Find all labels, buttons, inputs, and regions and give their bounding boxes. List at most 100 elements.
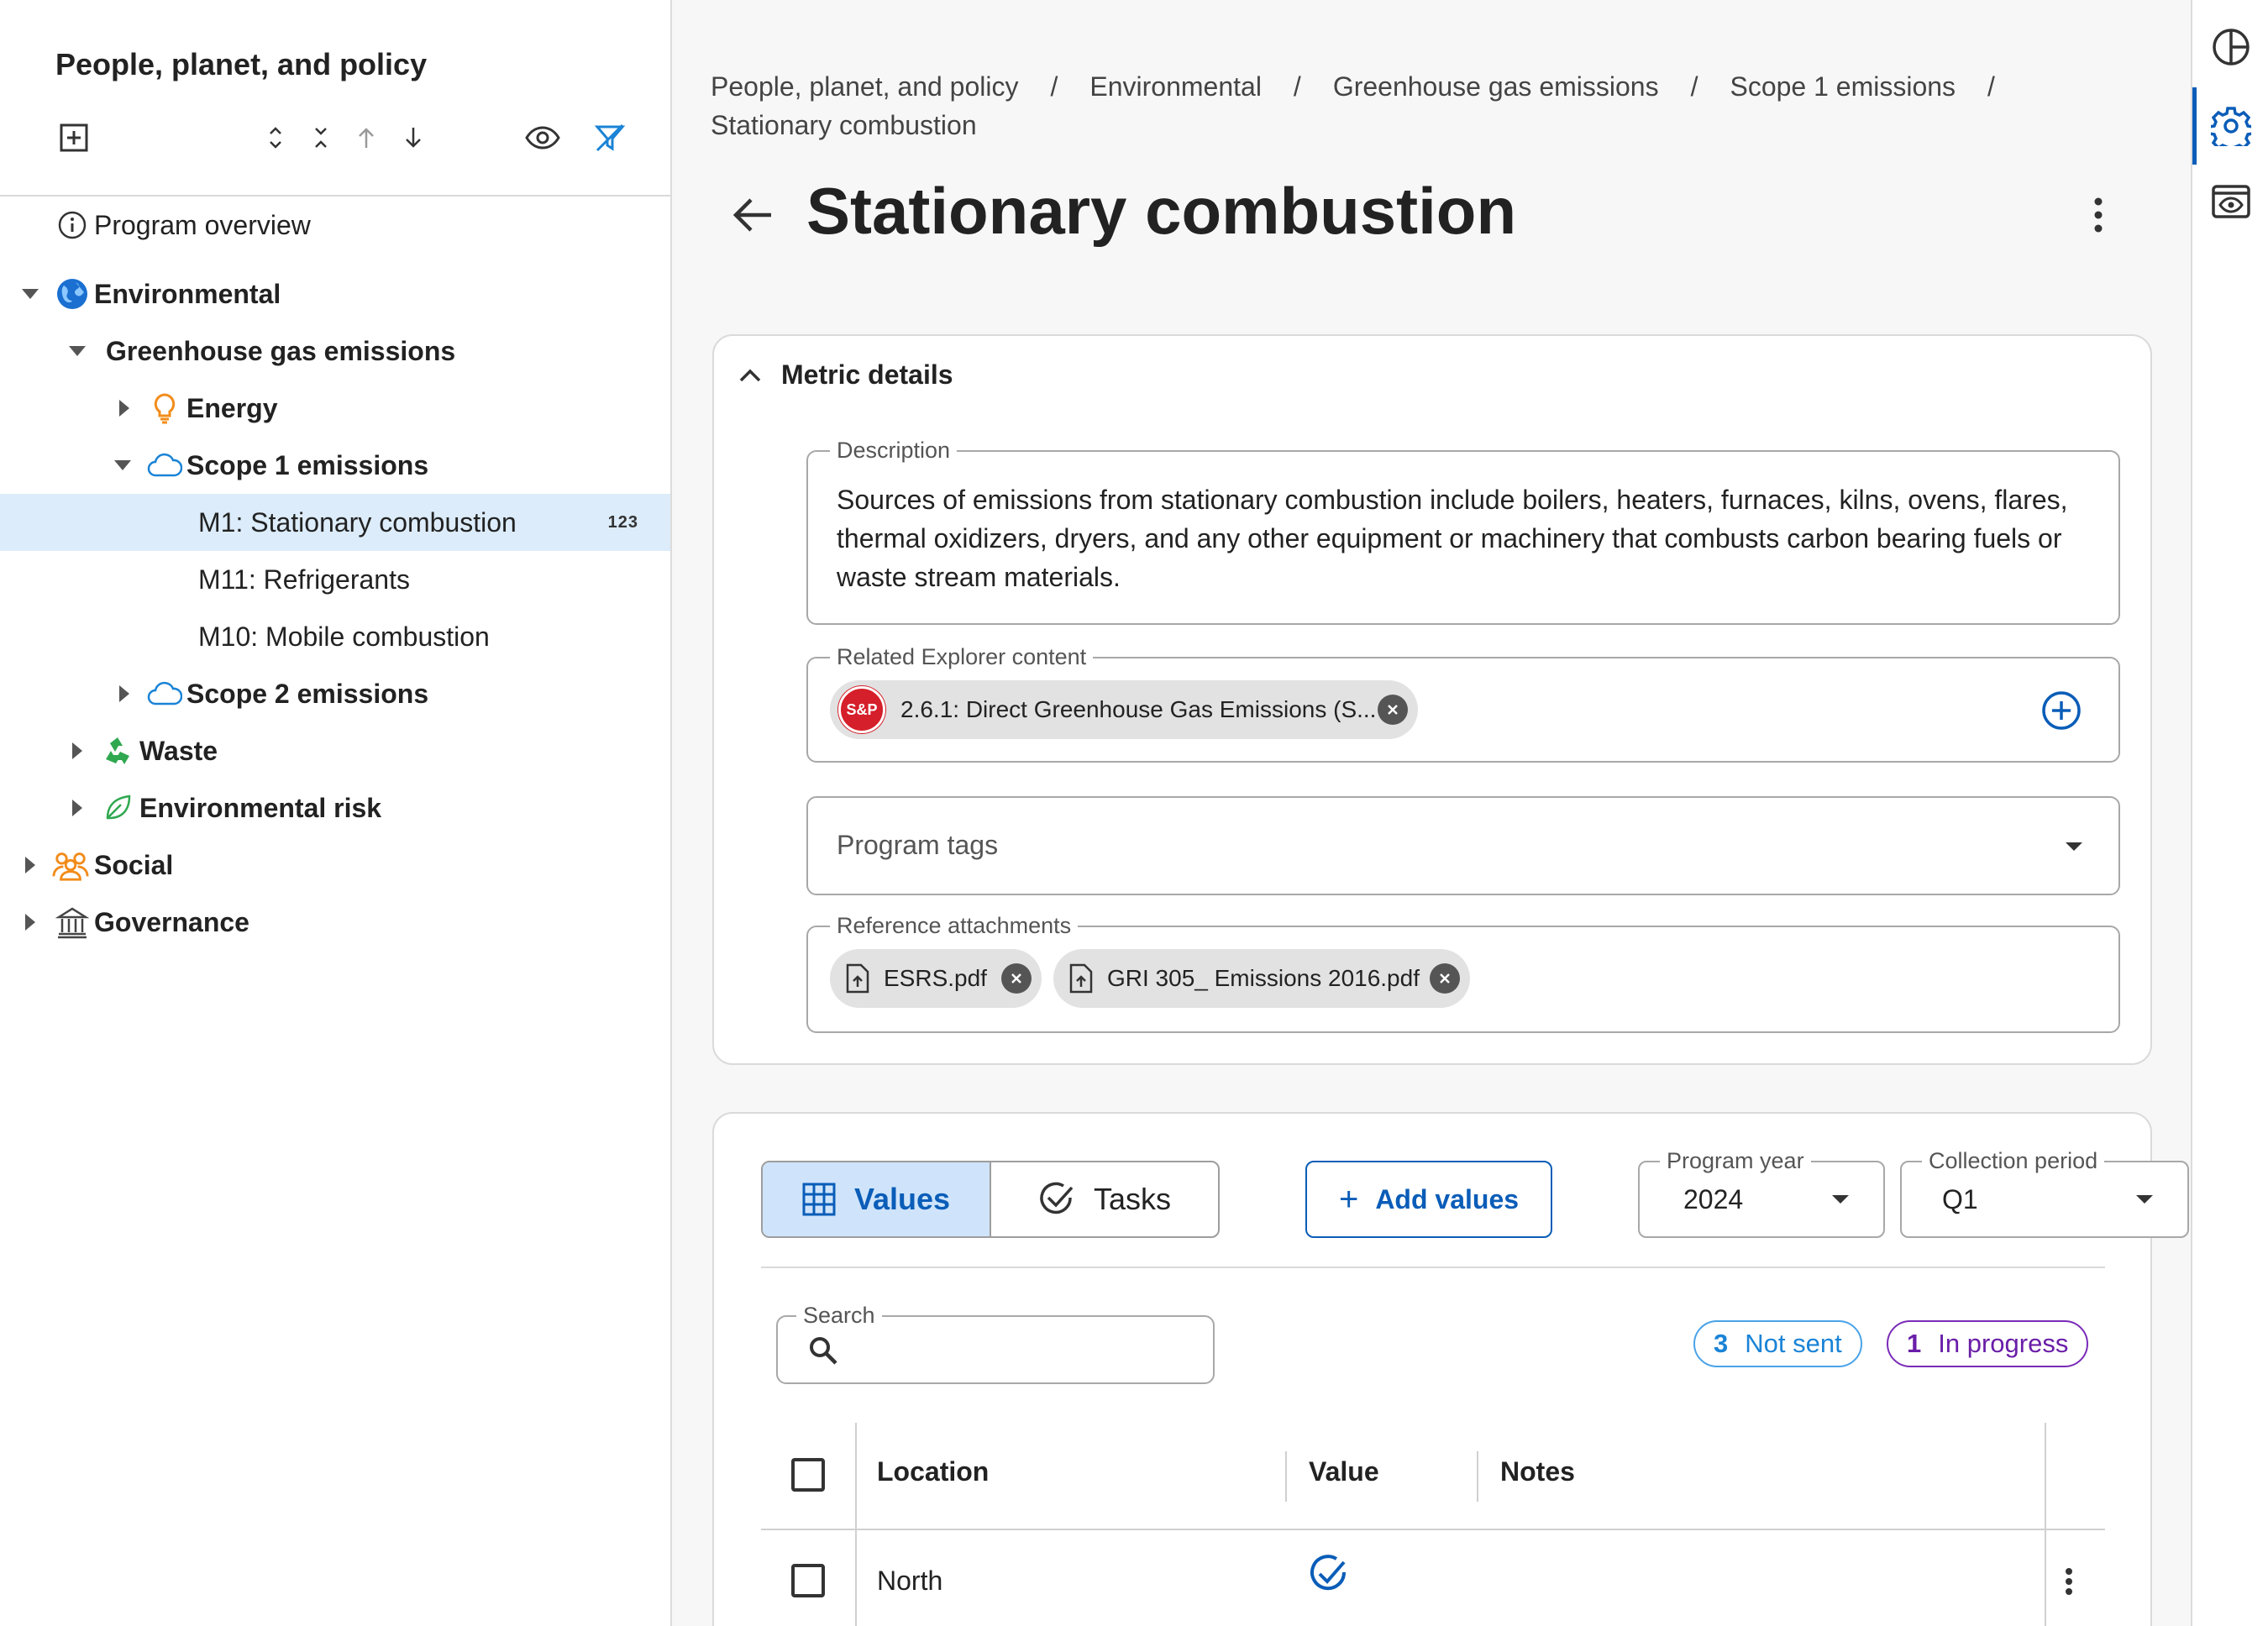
- tree-item-energy[interactable]: Energy: [0, 380, 670, 437]
- column-header-notes[interactable]: Notes: [1500, 1456, 1575, 1487]
- table-header: Location Value Notes: [761, 1423, 2105, 1626]
- tree-item-waste[interactable]: Waste: [0, 722, 670, 779]
- related-explorer-field[interactable]: Related Explorer content S&P 2.6.1: Dire…: [806, 645, 2120, 763]
- dropdown-arrow-icon: [2065, 842, 2083, 852]
- related-explorer-label: Related Explorer content: [830, 645, 1094, 669]
- tree-item-program-overview[interactable]: Program overview: [0, 197, 670, 254]
- more-options-icon[interactable]: [2082, 190, 2115, 240]
- tree-item-environmental-risk[interactable]: Environmental risk: [0, 779, 670, 837]
- tree-item-label: M10: Mobile combustion: [198, 621, 490, 652]
- select-all-checkbox[interactable]: [791, 1458, 825, 1492]
- info-icon: [54, 207, 91, 244]
- column-divider: [1477, 1451, 1478, 1502]
- file-upload-icon: [1068, 963, 1094, 994]
- metric-details-heading: Metric details: [781, 359, 953, 390]
- caret-right-icon[interactable]: [20, 855, 40, 875]
- caret-down-icon[interactable]: [67, 341, 87, 361]
- attachment-name: ESRS.pdf: [884, 965, 987, 991]
- preview-icon[interactable]: [2209, 180, 2253, 223]
- attachment-chip[interactable]: ESRS.pdf: [830, 949, 1042, 1008]
- move-down-icon[interactable]: [395, 119, 432, 156]
- tree-item-m11-refrigerants[interactable]: M11: Refrigerants: [0, 551, 670, 608]
- not-sent-label: Not sent: [1745, 1329, 1842, 1358]
- caret-right-icon[interactable]: [114, 684, 134, 704]
- column-header-location[interactable]: Location: [877, 1456, 989, 1487]
- file-upload-icon: [845, 963, 870, 994]
- filter-off-icon[interactable]: [591, 119, 628, 156]
- column-header-value[interactable]: Value: [1309, 1456, 1379, 1487]
- divider: [761, 1267, 2105, 1268]
- status-filter-not-sent[interactable]: 3 Not sent: [1693, 1320, 1862, 1367]
- page-title: Stationary combustion: [806, 174, 1517, 248]
- status-filter-in-progress[interactable]: 1 In progress: [1887, 1320, 2089, 1367]
- caret-right-icon[interactable]: [67, 798, 87, 818]
- collection-period-value: Q1: [1942, 1184, 1978, 1214]
- row-more-options-icon[interactable]: [2065, 1567, 2073, 1596]
- back-arrow-icon[interactable]: [727, 190, 778, 240]
- search-input[interactable]: [853, 1329, 1198, 1371]
- caret-down-icon[interactable]: [113, 455, 133, 475]
- values-tasks-toggle: Values Tasks: [761, 1161, 1220, 1238]
- breadcrumb-separator: /: [1293, 71, 1301, 102]
- description-text: Sources of emissions from stationary com…: [837, 485, 2068, 592]
- related-content-chip[interactable]: S&P 2.6.1: Direct Greenhouse Gas Emissio…: [830, 680, 1418, 739]
- main-content: People, planet, and policy / Environmental…: [672, 0, 2191, 1626]
- eye-icon[interactable]: [524, 119, 561, 156]
- tree-item-environmental[interactable]: Environmental: [0, 265, 670, 323]
- row-location: North: [877, 1566, 943, 1596]
- metric-details-toggle[interactable]: Metric details: [739, 359, 953, 391]
- caret-down-icon[interactable]: [20, 284, 40, 304]
- plus-icon: +: [1338, 1180, 1359, 1218]
- sidebar-title: People, planet, and policy: [55, 47, 428, 81]
- reference-attachments-field[interactable]: Reference attachments ESRS.pdf GRI 305_ …: [806, 914, 2120, 1033]
- program-year-select[interactable]: Program year 2024: [1638, 1149, 1885, 1238]
- remove-attachment-icon[interactable]: [1001, 963, 1032, 994]
- add-circle-icon[interactable]: [2041, 690, 2082, 731]
- cloud-icon: [146, 447, 183, 484]
- tab-values[interactable]: Values: [763, 1162, 991, 1236]
- breadcrumb-current: Stationary combustion: [711, 110, 977, 140]
- tree-item-label: Waste: [139, 735, 218, 766]
- description-field[interactable]: Description Sources of emissions from st…: [806, 438, 2120, 625]
- program-year-value: 2024: [1683, 1184, 1744, 1214]
- remove-attachment-icon[interactable]: [1430, 963, 1460, 994]
- breadcrumb-item[interactable]: Greenhouse gas emissions: [1333, 71, 1659, 102]
- caret-right-icon[interactable]: [114, 398, 134, 418]
- tree-item-scope-1-emissions[interactable]: Scope 1 emissions: [0, 437, 670, 494]
- settings-gear-icon[interactable]: [2209, 104, 2253, 148]
- dropdown-arrow-icon: [1831, 1194, 1850, 1204]
- tree-item-m10-mobile-combustion[interactable]: M10: Mobile combustion: [0, 608, 670, 665]
- search-label: Search: [796, 1303, 882, 1327]
- tree-item-greenhouse-gas-emissions[interactable]: Greenhouse gas emissions: [0, 323, 670, 380]
- program-tags-select[interactable]: Program tags: [806, 796, 2120, 895]
- collection-period-select[interactable]: Collection period Q1: [1900, 1149, 2189, 1238]
- add-node-icon[interactable]: [55, 119, 92, 156]
- move-up-icon[interactable]: [348, 119, 385, 156]
- breadcrumb-item[interactable]: People, planet, and policy: [711, 71, 1018, 102]
- tab-tasks-label: Tasks: [1093, 1182, 1172, 1216]
- tab-tasks[interactable]: Tasks: [991, 1162, 1218, 1236]
- tree-item-label: Scope 2 emissions: [186, 678, 429, 709]
- attachment-chip[interactable]: GRI 305_ Emissions 2016.pdf: [1053, 949, 1470, 1008]
- collapse-all-icon[interactable]: [302, 119, 339, 156]
- attachment-name: GRI 305_ Emissions 2016.pdf: [1107, 965, 1420, 991]
- related-content-label: 2.6.1: Direct Greenhouse Gas Emissions (…: [900, 696, 1377, 722]
- tree-item-label: M1: Stationary combustion: [198, 506, 517, 538]
- breadcrumb-item[interactable]: Environmental: [1089, 71, 1262, 102]
- caret-right-icon[interactable]: [67, 741, 87, 761]
- expand-all-icon[interactable]: [257, 119, 294, 156]
- tree-item-governance[interactable]: Governance: [0, 894, 670, 951]
- row-checkbox[interactable]: [791, 1564, 825, 1597]
- add-values-button[interactable]: + Add values: [1305, 1161, 1552, 1238]
- tree-item-social[interactable]: Social: [0, 837, 670, 894]
- people-icon: [52, 847, 89, 884]
- caret-right-icon[interactable]: [20, 912, 40, 932]
- breadcrumb-item[interactable]: Scope 1 emissions: [1730, 71, 1956, 102]
- search-field[interactable]: Search: [776, 1303, 1215, 1384]
- tree-item-m1-stationary-combustion[interactable]: M1: Stationary combustion 123: [0, 494, 670, 551]
- cloud-icon: [146, 675, 183, 712]
- values-card: Values Tasks + Add values Program year 2…: [712, 1112, 2189, 1626]
- remove-chip-icon[interactable]: [1378, 695, 1408, 725]
- pie-chart-icon[interactable]: [2209, 25, 2253, 69]
- tree-item-scope-2-emissions[interactable]: Scope 2 emissions: [0, 665, 670, 722]
